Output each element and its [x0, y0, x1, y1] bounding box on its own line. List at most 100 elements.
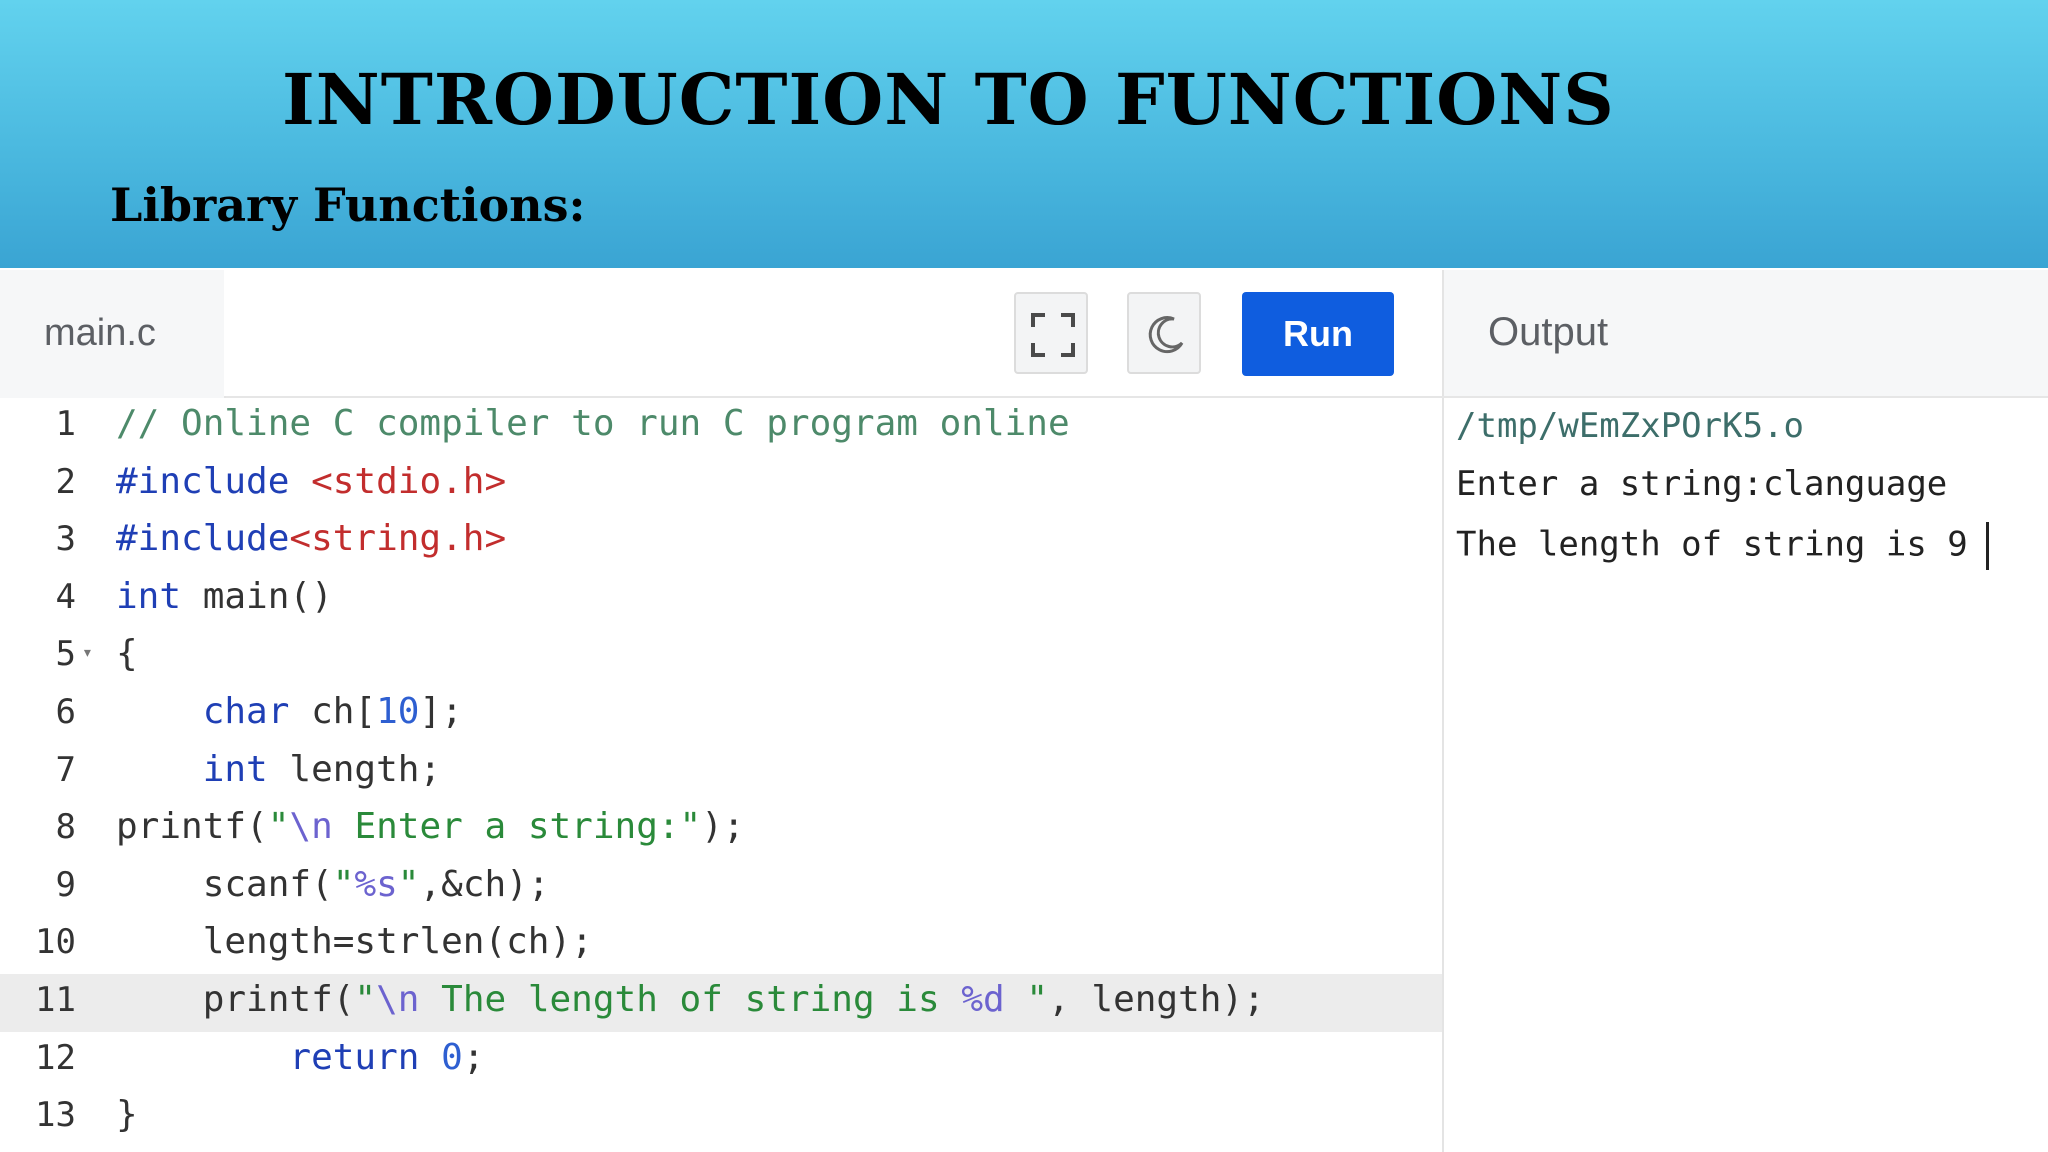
code-token: }: [116, 1094, 138, 1136]
code-token: // Online C compiler to run C program on…: [116, 403, 1070, 444]
code-text: {: [116, 633, 138, 674]
code-token: ];: [419, 691, 463, 732]
fold-arrow-icon[interactable]: ▾: [82, 642, 93, 663]
code-text: int length;: [116, 749, 441, 790]
code-token: #include: [116, 518, 290, 560]
line-number: 10: [35, 922, 76, 963]
theme-toggle-button[interactable]: [1127, 292, 1201, 374]
code-token: %s: [354, 863, 398, 905]
code-token: printf(: [202, 979, 355, 1020]
output-pane: /tmp/wEmZxPOrK5.o Enter a string:clanguag…: [1442, 398, 2048, 1152]
slide-subtitle: Library Functions:: [110, 178, 586, 232]
fullscreen-icon: [1031, 313, 1075, 357]
code-line[interactable]: 10 length=strlen(ch);: [0, 916, 1442, 974]
output-text: Enter a string:clanguage: [1456, 464, 1948, 504]
code-token: {: [116, 633, 138, 675]
code-line[interactable]: 11 printf("\n The length of string is %d…: [0, 974, 1442, 1032]
code-token: length=strlen(ch);: [202, 921, 593, 963]
editor-toolbar: main.c Run Output: [0, 270, 2048, 398]
file-tab-label: main.c: [44, 312, 156, 354]
code-line[interactable]: 2 #include <stdio.h>: [0, 456, 1442, 514]
code-editor[interactable]: 1 // Online C compiler to run C program o…: [0, 398, 1442, 1152]
output-text: /tmp/wEmZxPOrK5.o: [1456, 406, 1804, 446]
code-token: printf(: [116, 806, 268, 848]
code-token: return: [289, 1036, 420, 1078]
moon-icon: [1148, 316, 1184, 354]
code-token: scanf(: [202, 863, 333, 905]
code-token: 10: [376, 691, 420, 732]
code-token: ": [1004, 979, 1049, 1020]
line-number: 13: [35, 1095, 76, 1136]
line-number: 8: [55, 807, 76, 848]
code-text: }: [116, 1094, 138, 1135]
code-token: ": [267, 806, 290, 848]
line-number: 6: [55, 692, 76, 732]
output-header: Output: [1442, 270, 2048, 396]
code-token: <stdio.h>: [311, 460, 507, 502]
code-token: ch[: [289, 691, 377, 732]
code-token: ,&ch);: [419, 863, 550, 905]
code-token: );: [701, 806, 745, 848]
code-token: main(): [181, 575, 333, 617]
code-line[interactable]: 7 int length;: [0, 744, 1442, 802]
code-line[interactable]: 5 ▾ {: [0, 628, 1442, 686]
code-token: ": [332, 863, 355, 905]
line-number: 4: [55, 576, 76, 617]
line-number: 7: [55, 749, 76, 790]
code-text: return 0;: [116, 1036, 485, 1078]
code-token: \n: [376, 979, 420, 1020]
code-token: ": [354, 979, 377, 1020]
code-line[interactable]: 9 scanf("%s",&ch);: [0, 859, 1442, 917]
code-text: #include<string.h>: [116, 518, 506, 559]
slide-banner: INTRODUCTION TO FUNCTIONS Library Functi…: [0, 0, 2048, 268]
online-compiler: main.c Run Output 1 // Online C compiler …: [0, 270, 2048, 1152]
fullscreen-button[interactable]: [1014, 292, 1088, 374]
code-token: , length);: [1048, 979, 1265, 1020]
text-cursor: [1985, 522, 1989, 570]
run-button[interactable]: Run: [1242, 292, 1394, 376]
code-line[interactable]: 12 return 0;: [0, 1032, 1442, 1090]
line-number: 1: [55, 404, 76, 444]
line-number: 11: [35, 980, 76, 1020]
code-line[interactable]: 3 #include<string.h>: [0, 513, 1442, 571]
code-line[interactable]: 4 int main(): [0, 571, 1442, 629]
code-token: int: [116, 575, 182, 617]
line-number: 5: [55, 634, 76, 675]
output-line: Enter a string:clanguage: [1456, 464, 1947, 504]
code-text: // Online C compiler to run C program on…: [116, 403, 1070, 444]
code-token: ;: [462, 1036, 485, 1078]
code-token: length;: [267, 748, 442, 790]
output-path-line: /tmp/wEmZxPOrK5.o: [1456, 406, 1804, 446]
code-line[interactable]: 8 printf("\n Enter a string:");: [0, 801, 1442, 859]
code-line[interactable]: 1 // Online C compiler to run C program o…: [0, 398, 1442, 456]
code-line[interactable]: 6 char ch[10];: [0, 686, 1442, 744]
output-label: Output: [1488, 310, 1609, 354]
code-token: ": [397, 863, 420, 905]
line-number: 2: [55, 461, 76, 502]
output-text: The length of string is 9: [1456, 524, 1968, 565]
code-token: #include: [116, 460, 312, 502]
code-text: #include <stdio.h>: [116, 461, 506, 502]
code-token: <string.h>: [289, 518, 507, 560]
file-tab-main-c[interactable]: main.c: [0, 270, 226, 398]
line-number: 3: [55, 519, 76, 560]
code-text: length=strlen(ch);: [116, 921, 593, 962]
code-line[interactable]: 13}: [0, 1089, 1442, 1147]
code-token: 0: [441, 1036, 463, 1078]
code-text: printf("\n The length of string is %d ",…: [116, 979, 1265, 1020]
code-text: printf("\n Enter a string:");: [116, 806, 745, 847]
code-text: int main(): [116, 576, 333, 617]
line-number: 9: [55, 864, 76, 905]
code-token: \n: [289, 806, 333, 848]
output-line: The length of string is 9: [1456, 522, 1989, 570]
line-number: 12: [35, 1037, 76, 1078]
code-text: scanf("%s",&ch);: [116, 864, 550, 905]
code-text: char ch[10];: [116, 691, 463, 732]
